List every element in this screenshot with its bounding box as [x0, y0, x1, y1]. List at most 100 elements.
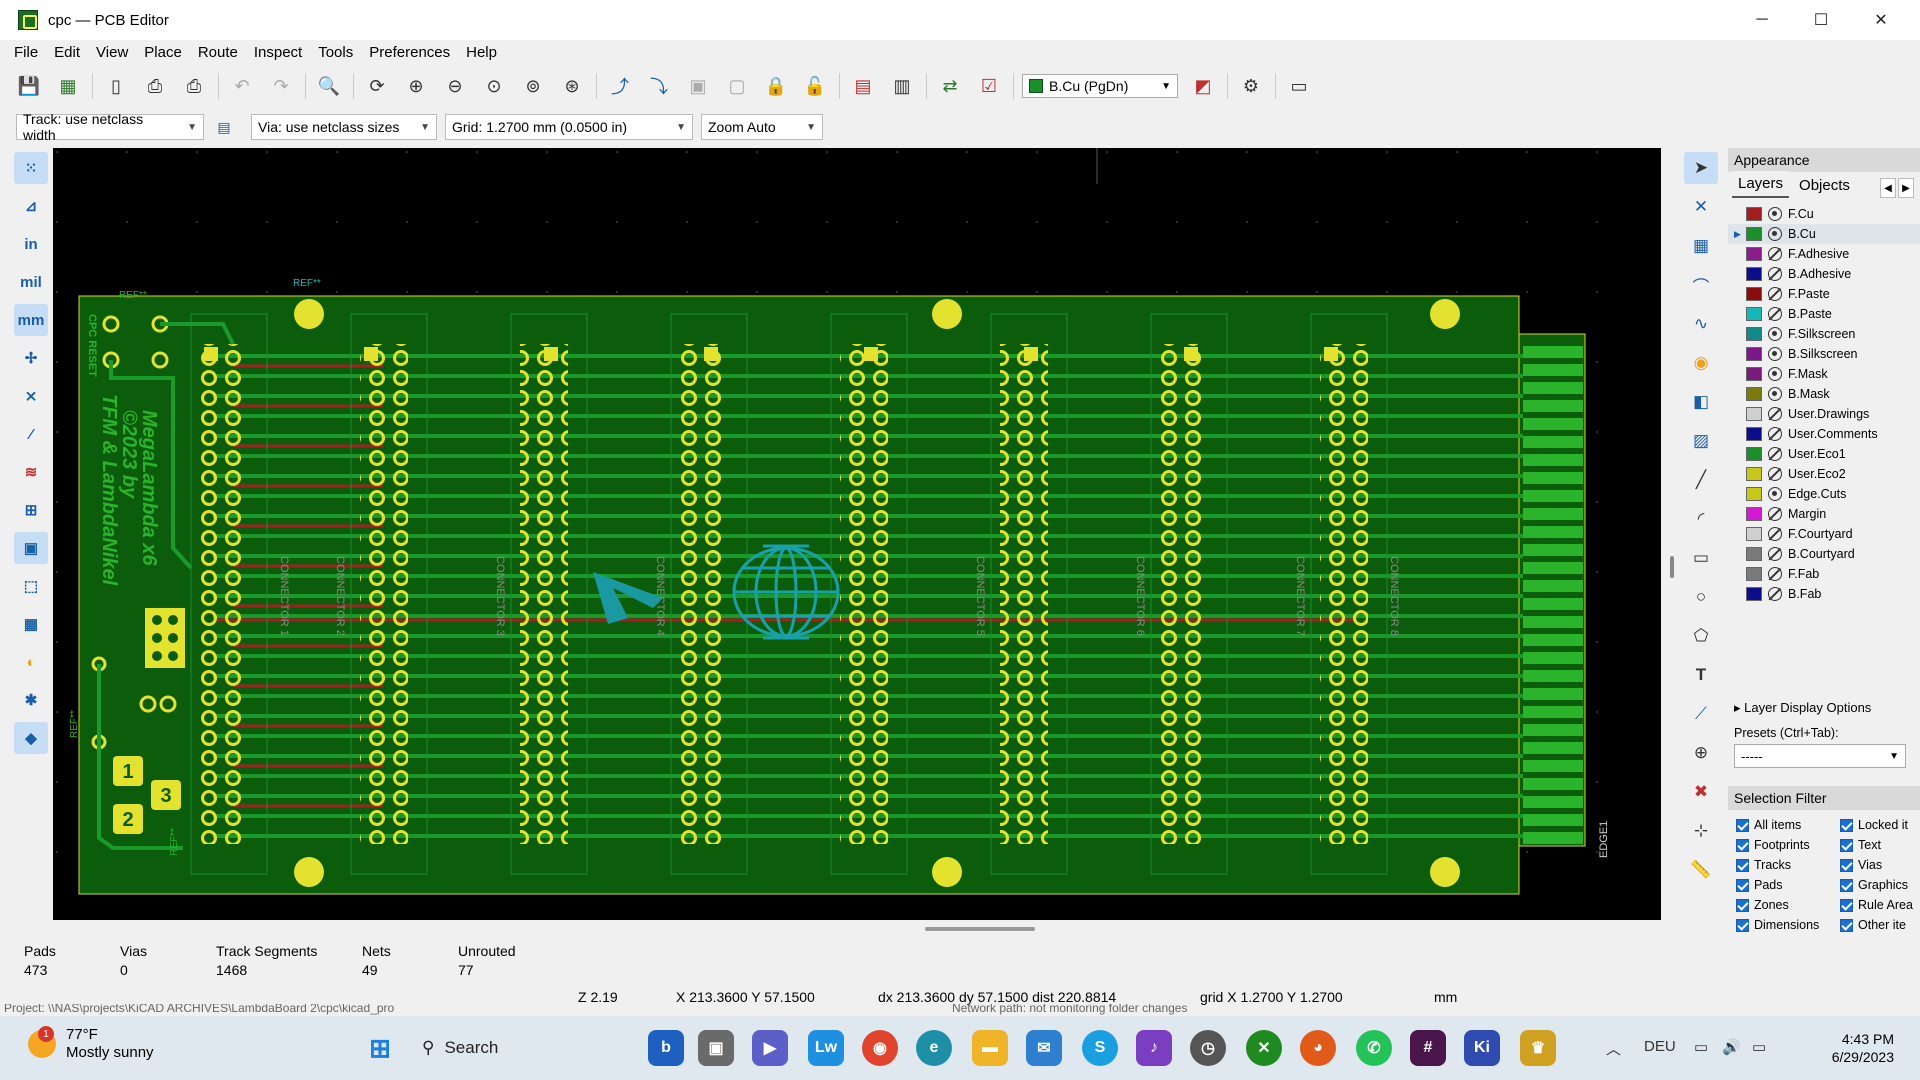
kicad-taskbar-icon[interactable]: Ki — [1464, 1030, 1500, 1066]
tab-scroll-left-icon[interactable]: ◀ — [1880, 178, 1896, 198]
menu-tools[interactable]: Tools — [318, 44, 353, 61]
layer-row-f-fab[interactable]: F.Fab — [1728, 564, 1920, 584]
checkbox-checked-icon[interactable] — [1840, 878, 1853, 892]
add-footprint-icon[interactable]: ▦ — [1684, 230, 1718, 262]
tab-scroll-right-icon[interactable]: ▶ — [1898, 178, 1914, 198]
eye-hidden-icon[interactable] — [1768, 587, 1782, 601]
layer-color-swatch[interactable] — [1746, 307, 1762, 321]
layers-manager-icon[interactable]: ◆ — [14, 722, 48, 754]
track-width-dropdown[interactable]: Track: use netclass width ▼ — [16, 111, 204, 143]
layer-color-swatch[interactable] — [1746, 347, 1762, 361]
eye-visible-icon[interactable] — [1768, 227, 1782, 241]
mail-icon[interactable]: ✉ — [1026, 1030, 1062, 1066]
layer-row-b-fab[interactable]: B.Fab — [1728, 584, 1920, 604]
menu-preferences[interactable]: Preferences — [369, 44, 450, 61]
checkbox-checked-icon[interactable] — [1840, 898, 1853, 912]
cursor-shape-icon[interactable]: ✢ — [14, 342, 48, 374]
checkbox-checked-icon[interactable] — [1840, 858, 1853, 872]
layer-color-swatch[interactable] — [1746, 367, 1762, 381]
taskbar-search[interactable]: ⚲ Search — [408, 1030, 648, 1066]
windows-start-icon[interactable]: ⊞ — [362, 1030, 398, 1066]
close-button[interactable]: ✕ — [1852, 0, 1910, 40]
net-color-icon[interactable]: ✱ — [14, 684, 48, 716]
layer-color-swatch[interactable] — [1746, 247, 1762, 261]
maximize-button[interactable]: ☐ — [1792, 0, 1850, 40]
language-indicator[interactable]: DEU — [1644, 1038, 1676, 1055]
eye-hidden-icon[interactable] — [1768, 247, 1782, 261]
find-icon[interactable]: 🔍 — [314, 71, 344, 101]
layer-color-swatch[interactable] — [1746, 267, 1762, 281]
filter-checkbox-other-ite[interactable]: Other ite — [1840, 916, 1920, 934]
task-view-icon[interactable]: ▣ — [698, 1030, 734, 1066]
draw-polygon-icon[interactable]: ⬠ — [1684, 620, 1718, 652]
eye-visible-icon[interactable] — [1768, 487, 1782, 501]
add-zone-icon[interactable]: ◧ — [1684, 386, 1718, 418]
ratsnest-icon[interactable]: ⨯ — [14, 380, 48, 412]
scroll-thumb[interactable] — [1670, 556, 1674, 578]
tracks-outline-icon[interactable]: ▦ — [14, 608, 48, 640]
app-icon[interactable]: ♛ — [1520, 1030, 1556, 1066]
layer-color-swatch[interactable] — [1746, 387, 1762, 401]
group-icon[interactable]: ▣ — [683, 71, 713, 101]
eye-hidden-icon[interactable] — [1768, 567, 1782, 581]
lw-app-icon[interactable]: Lw — [808, 1030, 844, 1066]
eye-hidden-icon[interactable] — [1768, 467, 1782, 481]
chrome-icon[interactable]: ◉ — [862, 1030, 898, 1066]
drc-icon[interactable]: ☑ — [974, 71, 1004, 101]
filter-checkbox-footprints[interactable]: Footprints — [1736, 836, 1840, 854]
draw-arc-icon[interactable]: ◜ — [1684, 503, 1718, 535]
eye-hidden-icon[interactable] — [1768, 547, 1782, 561]
zoom-selection-icon[interactable]: ⊛ — [557, 71, 587, 101]
filter-checkbox-vias[interactable]: Vias — [1840, 856, 1920, 874]
menu-place[interactable]: Place — [144, 44, 182, 61]
route-track-icon[interactable]: ⌒ — [1684, 269, 1718, 301]
draw-circle-icon[interactable]: ○ — [1684, 581, 1718, 613]
add-rule-area-icon[interactable]: ▨ — [1684, 425, 1718, 457]
eye-visible-icon[interactable] — [1768, 327, 1782, 341]
board-setup-icon[interactable]: ▦ — [53, 71, 83, 101]
zoom-fit-icon[interactable]: ⊙ — [479, 71, 509, 101]
high-contrast-icon[interactable]: ◐ — [14, 646, 48, 678]
layer-row-b-courtyard[interactable]: B.Courtyard — [1728, 544, 1920, 564]
update-pcb-icon[interactable]: ⇄ — [935, 71, 965, 101]
menu-inspect[interactable]: Inspect — [254, 44, 302, 61]
checkbox-checked-icon[interactable] — [1840, 838, 1853, 852]
layer-row-user-eco1[interactable]: User.Eco1 — [1728, 444, 1920, 464]
menu-edit[interactable]: Edit — [54, 44, 80, 61]
layer-color-swatch[interactable] — [1746, 407, 1762, 421]
print-icon[interactable]: ⎙ — [140, 71, 170, 101]
xbox-icon[interactable]: ✕ — [1246, 1030, 1282, 1066]
eye-hidden-icon[interactable] — [1768, 427, 1782, 441]
eye-hidden-icon[interactable] — [1768, 407, 1782, 421]
layer-row-user-comments[interactable]: User.Comments — [1728, 424, 1920, 444]
layer-color-swatch[interactable] — [1746, 507, 1762, 521]
scripting-icon[interactable]: ⚙ — [1236, 71, 1266, 101]
console-icon[interactable]: ▭ — [1284, 71, 1314, 101]
curved-ratsnest-icon[interactable]: ⁄ — [14, 418, 48, 450]
redo-icon[interactable]: ↷ — [266, 71, 296, 101]
layer-row-f-silkscreen[interactable]: F.Silkscreen — [1728, 324, 1920, 344]
firefox-icon[interactable]: ◕ — [1300, 1030, 1336, 1066]
local-ratsnest-icon[interactable]: ✕ — [1684, 191, 1718, 223]
lock-icon[interactable]: 🔒 — [761, 71, 791, 101]
eye-hidden-icon[interactable] — [1768, 447, 1782, 461]
filter-checkbox-tracks[interactable]: Tracks — [1736, 856, 1840, 874]
checkbox-checked-icon[interactable] — [1736, 878, 1749, 892]
tune-length-icon[interactable]: ∿ — [1684, 308, 1718, 340]
horizontal-scrollbar[interactable] — [53, 920, 1661, 936]
footprint-editor-icon[interactable]: ▤ — [848, 71, 878, 101]
units-mils-button[interactable]: mil — [14, 266, 48, 298]
flip-icon[interactable]: ⤴ — [605, 71, 635, 101]
grid-toggle-icon[interactable]: ⁙ — [14, 152, 48, 184]
layer-row-edge-cuts[interactable]: Edge.Cuts — [1728, 484, 1920, 504]
teams-icon[interactable]: ▶ — [752, 1030, 788, 1066]
units-mm-button[interactable]: mm — [14, 304, 48, 336]
tray-overflow-icon[interactable]: ︿ — [1606, 1038, 1621, 1059]
checkbox-checked-icon[interactable] — [1736, 818, 1749, 832]
layer-row-b-mask[interactable]: B.Mask — [1728, 384, 1920, 404]
eye-visible-icon[interactable] — [1768, 347, 1782, 361]
polar-coords-icon[interactable]: ⊿ — [14, 190, 48, 222]
eye-hidden-icon[interactable] — [1768, 507, 1782, 521]
plot-icon[interactable]: ⎙ — [179, 71, 209, 101]
vias-outline-icon[interactable]: ⬚ — [14, 570, 48, 602]
